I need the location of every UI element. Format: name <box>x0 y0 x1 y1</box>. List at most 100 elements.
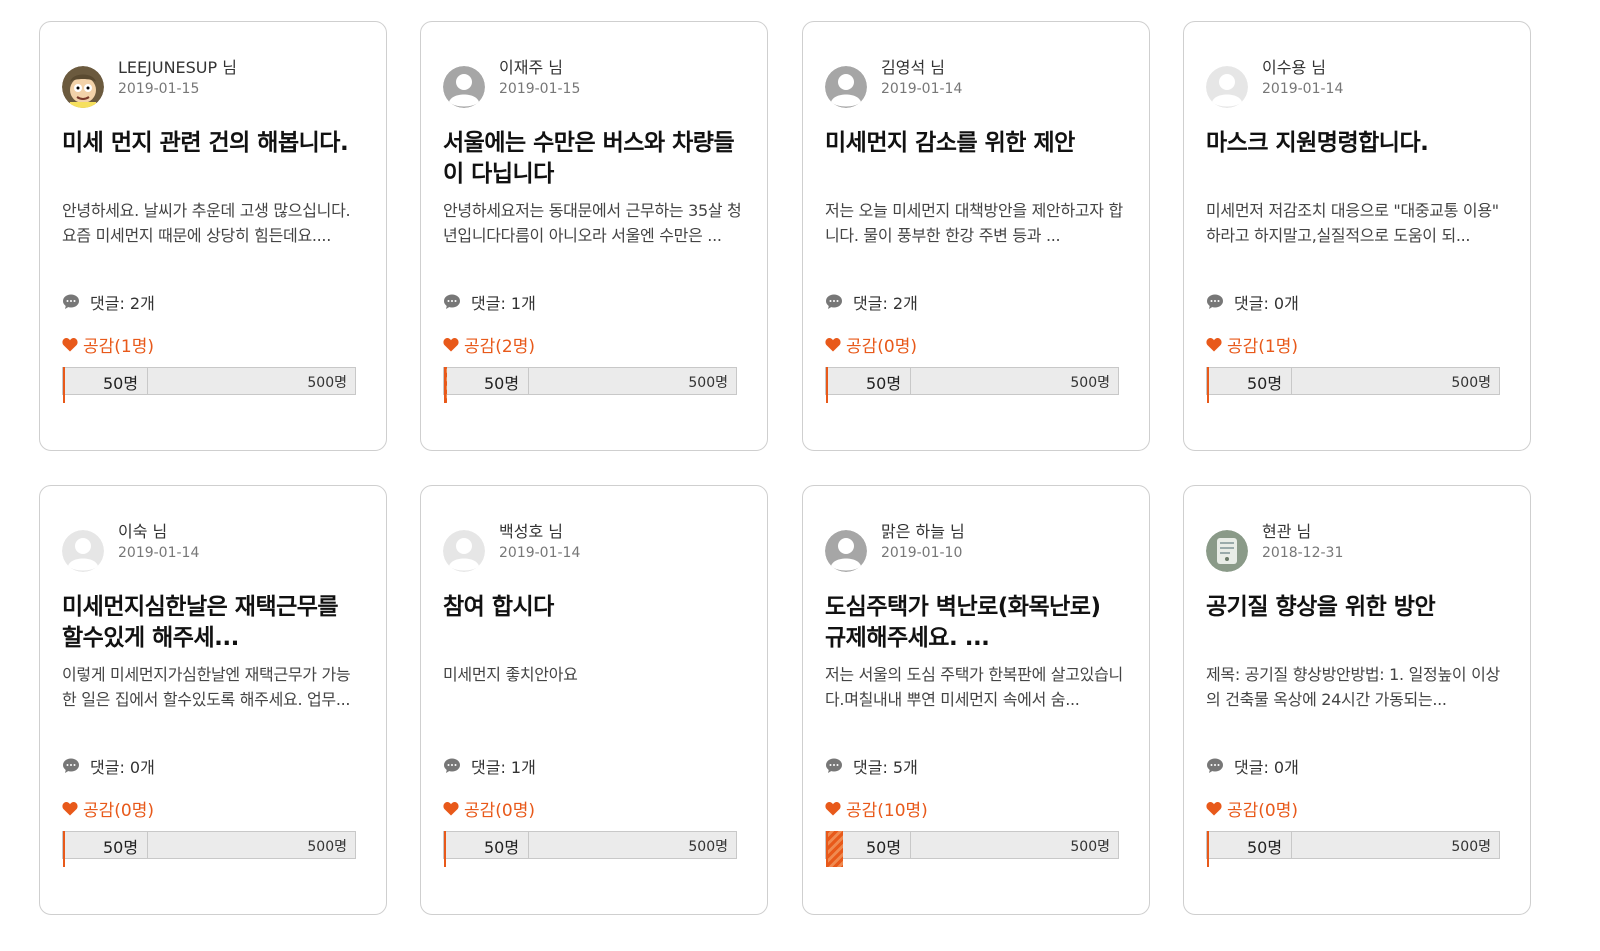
author-info: 이수용 님 2019-01-14 <box>1206 56 1343 108</box>
progress-target-marker <box>528 832 529 858</box>
support-progress-bar: 50명 500명 <box>62 367 356 403</box>
avatar <box>825 530 867 572</box>
comment-count-label: 댓글: 1개 <box>471 758 536 777</box>
progress-target-marker <box>528 368 529 394</box>
heart-icon <box>1206 802 1222 816</box>
progress-target-marker <box>147 832 148 858</box>
petition-card[interactable]: LEEJUNESUP 님 2019-01-15 미세 먼지 관련 건의 해봅니다… <box>39 21 387 451</box>
author-info: LEEJUNESUP 님 2019-01-15 <box>62 56 237 108</box>
comment-icon <box>444 294 460 309</box>
progress-start-marker <box>63 367 65 403</box>
progress-min-label: 50명 <box>484 838 520 857</box>
author-name: 이숙 님 <box>118 522 168 541</box>
petition-excerpt: 저는 오늘 미세먼지 대책방안을 제안하고자 합니다. 물이 풍부한 한강 주변… <box>825 201 1123 245</box>
petition-excerpt: 미세먼저 저감조치 대응으로 "대중교통 이용" 하라고 하지말고,실질적으로 … <box>1206 201 1499 245</box>
likes[interactable]: 공감(0명) <box>62 796 154 821</box>
progress-start-marker <box>63 831 65 867</box>
avatar <box>62 66 104 108</box>
likes-label: 공감(2명) <box>464 337 536 357</box>
comment-icon <box>63 758 79 773</box>
comment-count: 댓글: 5개 <box>825 754 918 778</box>
progress-target-marker <box>910 368 911 394</box>
likes[interactable]: 공감(10명) <box>825 796 928 821</box>
heart-icon <box>62 338 78 352</box>
progress-fill <box>826 831 843 867</box>
heart-icon <box>443 802 459 816</box>
progress-start-marker <box>1207 831 1209 867</box>
comment-count-label: 댓글: 0개 <box>1234 758 1299 777</box>
likes-label: 공감(10명) <box>846 801 928 821</box>
likes[interactable]: 공감(2명) <box>443 332 535 357</box>
comment-icon <box>826 758 842 773</box>
progress-target-marker <box>147 368 148 394</box>
progress-min-label: 50명 <box>103 838 139 857</box>
petition-card-grid: LEEJUNESUP 님 2019-01-15 미세 먼지 관련 건의 해봅니다… <box>0 0 1600 951</box>
avatar <box>1206 66 1248 108</box>
comment-count: 댓글: 0개 <box>62 754 155 778</box>
comment-count: 댓글: 0개 <box>1206 290 1299 314</box>
comment-count: 댓글: 2개 <box>825 290 918 314</box>
progress-max-label: 500명 <box>1451 839 1491 855</box>
petition-title[interactable]: 미세 먼지 관련 건의 해봅니다. <box>62 128 362 159</box>
petition-title[interactable]: 공기질 향상을 위한 방안 <box>1206 592 1506 623</box>
post-date: 2018-12-31 <box>1262 545 1344 561</box>
progress-start-marker <box>1207 367 1209 403</box>
support-progress-bar: 50명 500명 <box>62 831 356 867</box>
progress-max-label: 500명 <box>688 839 728 855</box>
comment-icon <box>63 294 79 309</box>
petition-title[interactable]: 도심주택가 벽난로(화목난로) 규제해주세요. ... <box>825 592 1125 654</box>
progress-max-label: 500명 <box>1451 375 1491 391</box>
petition-card[interactable]: 백성호 님 2019-01-14 참여 합시다 미세먼지 좋치안아요 댓글: 1… <box>420 485 768 915</box>
author-info: 김영석 님 2019-01-14 <box>825 56 962 108</box>
progress-target-marker <box>1291 368 1292 394</box>
petition-title[interactable]: 미세먼지 감소를 위한 제안 <box>825 128 1125 159</box>
petition-title[interactable]: 마스크 지원명령합니다. <box>1206 128 1506 159</box>
post-date: 2019-01-14 <box>118 545 200 561</box>
progress-target-marker <box>910 832 911 858</box>
support-progress-bar: 50명 500명 <box>1206 367 1500 403</box>
comment-count-label: 댓글: 0개 <box>90 758 155 777</box>
author-info: 이숙 님 2019-01-14 <box>62 520 199 572</box>
comment-count-label: 댓글: 2개 <box>90 294 155 313</box>
author-name: 백성호 님 <box>499 522 563 541</box>
petition-title[interactable]: 참여 합시다 <box>443 592 743 623</box>
comment-count: 댓글: 2개 <box>62 290 155 314</box>
petition-card[interactable]: 김영석 님 2019-01-14 미세먼지 감소를 위한 제안 저는 오늘 미세… <box>802 21 1150 451</box>
author-info: 백성호 님 2019-01-14 <box>443 520 580 572</box>
author-name: LEEJUNESUP 님 <box>118 58 237 77</box>
likes-label: 공감(0명) <box>846 337 918 357</box>
author-info: 맑은 하늘 님 2019-01-10 <box>825 520 965 572</box>
support-progress-bar: 50명 500명 <box>1206 831 1500 867</box>
petition-card[interactable]: 맑은 하늘 님 2019-01-10 도심주택가 벽난로(화목난로) 규제해주세… <box>802 485 1150 915</box>
petition-title[interactable]: 서울에는 수만은 버스와 차량들이 다닙니다 <box>443 128 743 190</box>
likes[interactable]: 공감(0명) <box>1206 796 1298 821</box>
progress-min-label: 50명 <box>866 374 902 393</box>
heart-icon <box>443 338 459 352</box>
support-progress-bar: 50명 500명 <box>443 367 737 403</box>
likes[interactable]: 공감(0명) <box>825 332 917 357</box>
petition-title[interactable]: 미세먼지심한날은 재택근무를 할수있게 해주세... <box>62 592 362 654</box>
progress-start-marker <box>826 367 828 403</box>
petition-card[interactable]: 이수용 님 2019-01-14 마스크 지원명령합니다. 미세먼저 저감조치 … <box>1183 21 1531 451</box>
progress-min-label: 50명 <box>484 374 520 393</box>
progress-max-label: 500명 <box>688 375 728 391</box>
comment-icon <box>1207 758 1223 773</box>
likes[interactable]: 공감(0명) <box>443 796 535 821</box>
author-info: 현관 님 2018-12-31 <box>1206 520 1343 572</box>
petition-excerpt: 안녕하세요. 날씨가 추운데 고생 많으십니다.요즘 미세먼지 때문에 상당히 … <box>62 201 351 245</box>
support-progress-bar: 50명 500명 <box>825 831 1119 867</box>
progress-min-label: 50명 <box>103 374 139 393</box>
likes[interactable]: 공감(1명) <box>1206 332 1298 357</box>
likes[interactable]: 공감(1명) <box>62 332 154 357</box>
likes-label: 공감(1명) <box>1227 337 1299 357</box>
post-date: 2019-01-14 <box>881 81 963 97</box>
petition-card[interactable]: 현관 님 2018-12-31 공기질 향상을 위한 방안 제목: 공기질 향상… <box>1183 485 1531 915</box>
author-name: 현관 님 <box>1262 522 1312 541</box>
likes-label: 공감(0명) <box>83 801 155 821</box>
avatar <box>825 66 867 108</box>
petition-card[interactable]: 이재주 님 2019-01-15 서울에는 수만은 버스와 차량들이 다닙니다 … <box>420 21 768 451</box>
support-progress-bar: 50명 500명 <box>825 367 1119 403</box>
progress-max-label: 500명 <box>307 839 347 855</box>
petition-card[interactable]: 이숙 님 2019-01-14 미세먼지심한날은 재택근무를 할수있게 해주세.… <box>39 485 387 915</box>
avatar <box>1206 530 1248 572</box>
